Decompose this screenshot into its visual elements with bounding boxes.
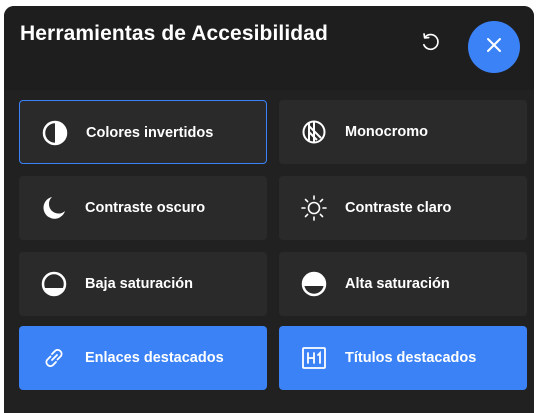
tool-label: Títulos destacados [345,350,477,366]
tool-monochrome[interactable]: Monocromo [279,100,527,164]
tool-label: Contraste claro [345,200,452,216]
close-icon [484,35,504,60]
tool-low-saturation[interactable]: Baja saturación [19,252,267,316]
tool-invert-colors[interactable]: Colores invertidos [19,100,267,164]
tool-label: Alta saturación [345,276,450,292]
tool-highlight-headings[interactable]: Títulos destacados [279,326,527,390]
invert-colors-icon [40,118,70,148]
tool-label: Colores invertidos [86,125,214,141]
link-icon [39,343,69,373]
tool-dark-contrast[interactable]: Contraste oscuro [19,176,267,240]
panel-header: Herramientas de Accesibilidad [4,6,534,90]
tool-light-contrast[interactable]: Contraste claro [279,176,527,240]
high-saturation-icon [299,269,329,299]
accessibility-panel: Herramientas de Accesibilidad Colores in… [4,6,534,413]
sun-icon [299,193,329,223]
tool-label: Monocromo [345,124,428,140]
close-button[interactable] [468,21,520,73]
reset-button[interactable] [414,28,446,60]
moon-icon [39,193,69,223]
reset-icon [419,31,441,58]
panel-title: Herramientas de Accesibilidad [20,22,328,45]
low-saturation-icon [39,269,69,299]
tool-highlight-links[interactable]: Enlaces destacados [19,326,267,390]
tool-label: Enlaces destacados [85,350,224,366]
tool-high-saturation[interactable]: Alta saturación [279,252,527,316]
tool-label: Baja saturación [85,276,193,292]
tool-label: Contraste oscuro [85,200,206,216]
heading-icon [299,343,329,373]
monochrome-icon [299,117,329,147]
